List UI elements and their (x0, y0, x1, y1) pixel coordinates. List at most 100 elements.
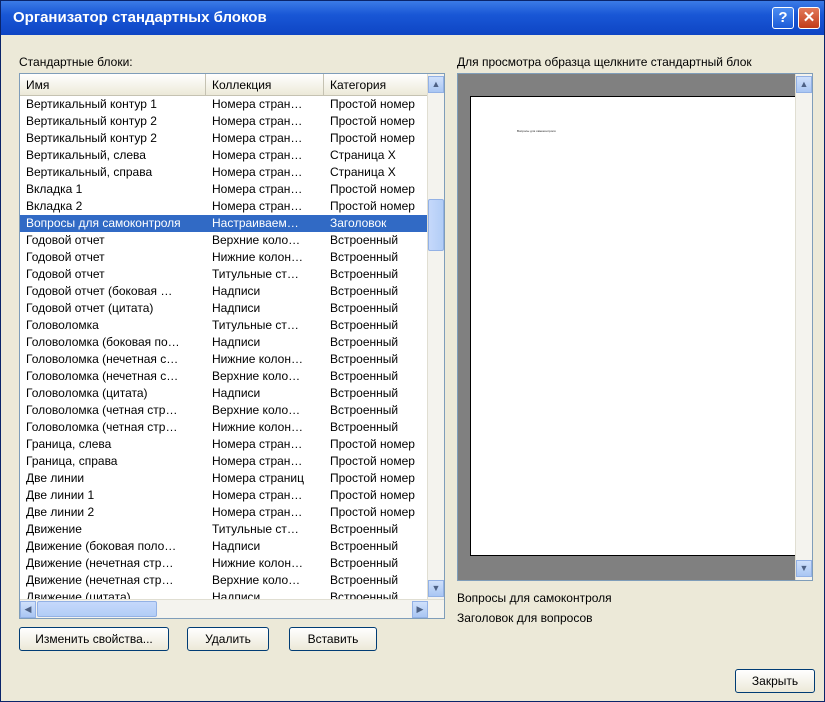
preview-pane: Вопросы для самоконтроля ▲ ▼ (457, 73, 813, 581)
cell-name: Две линии (26, 471, 85, 485)
cell-collection: Номера стран… (212, 131, 303, 145)
table-row[interactable]: Головоломка Титульные ст… Встроенный (20, 317, 428, 334)
table-row[interactable]: Годовой отчет Верхние коло… Встроенный (20, 232, 428, 249)
cell-name: Граница, справа (26, 454, 118, 468)
table-row[interactable]: Головоломка (боковая по… Надписи Встроенны… (20, 334, 428, 351)
table-row[interactable]: Годовой отчет (цитата) Надписи Встроенный (20, 300, 428, 317)
column-header-collection[interactable]: Коллекция (206, 74, 324, 95)
cell-collection: Номера стран… (212, 505, 303, 519)
cell-collection: Титульные ст… (212, 318, 299, 332)
table-row[interactable]: Головоломка (цитата) Надписи Встроенный (20, 385, 428, 402)
table-row[interactable]: Головоломка (нечетная с… Нижние колон… Вст… (20, 351, 428, 368)
edit-properties-button[interactable]: Изменить свойства... (19, 627, 169, 651)
table-row[interactable]: Две линии 2 Номера стран… Простой номер (20, 504, 428, 521)
cell-category: Встроенный (330, 233, 399, 247)
cell-name: Годовой отчет (боковая … (26, 284, 173, 298)
cell-name: Головоломка (цитата) (26, 386, 148, 400)
vertical-scroll-thumb[interactable] (428, 199, 444, 251)
table-row[interactable]: Две линии Номера страниц Простой номер (20, 470, 428, 487)
cell-collection: Верхние коло… (212, 403, 301, 417)
cell-collection: Верхние коло… (212, 573, 301, 587)
cell-collection: Номера стран… (212, 114, 303, 128)
table-row[interactable]: Граница, справа Номера стран… Простой номе… (20, 453, 428, 470)
scroll-down-button[interactable]: ▼ (428, 580, 444, 597)
close-button[interactable]: Закрыть (735, 669, 815, 693)
cell-category: Встроенный (330, 301, 399, 315)
delete-button[interactable]: Удалить (187, 627, 269, 651)
horizontal-scroll-thumb[interactable] (37, 601, 157, 617)
cell-collection: Титульные ст… (212, 267, 299, 281)
cell-collection: Настраиваем… (212, 216, 299, 230)
table-row[interactable]: Движение (боковая поло… Надписи Встроенный (20, 538, 428, 555)
cell-name: Головоломка (боковая по… (26, 335, 180, 349)
cell-category: Встроенный (330, 352, 399, 366)
cell-name: Головоломка (нечетная с… (26, 369, 179, 383)
cell-name: Вертикальный, справа (26, 165, 153, 179)
cell-name: Движение (нечетная стр… (26, 556, 174, 570)
column-header-name[interactable]: Имя (20, 74, 206, 95)
building-blocks-list[interactable]: Имя Коллекция Категория Вертикальный кон… (19, 73, 445, 619)
table-row[interactable]: Вертикальный, справа Номера стран… Страниц… (20, 164, 428, 181)
table-row[interactable]: Граница, слева Номера стран… Простой номер (20, 436, 428, 453)
table-row[interactable]: Вертикальный контур 2 Номера стран… Просто… (20, 130, 428, 147)
cell-collection: Номера стран… (212, 199, 303, 213)
cell-name: Головоломка (нечетная с… (26, 352, 179, 366)
preview-scroll-up-button[interactable]: ▲ (796, 76, 812, 93)
table-row[interactable]: Годовой отчет (боковая … Надписи Встроенны… (20, 283, 428, 300)
cell-name: Головоломка (четная стр… (26, 420, 178, 434)
cell-collection: Надписи (212, 386, 261, 400)
table-row[interactable]: Головоломка (четная стр… Верхние коло… Вст… (20, 402, 428, 419)
cell-category: Встроенный (330, 403, 399, 417)
cell-name: Годовой отчет (26, 267, 105, 281)
cell-name: Вертикальный контур 2 (26, 114, 157, 128)
cell-category: Простой номер (330, 471, 415, 485)
table-row[interactable]: Движение (нечетная стр… Нижние колон… Встр… (20, 555, 428, 572)
cell-category: Встроенный (330, 369, 399, 383)
help-button[interactable]: ? (772, 7, 794, 29)
close-window-button[interactable]: ✕ (798, 7, 820, 29)
table-row[interactable]: Движение Титульные ст… Встроенный (20, 521, 428, 538)
cell-collection: Номера стран… (212, 437, 303, 451)
cell-name: Две линии 1 (26, 488, 95, 502)
list-vertical-scrollbar[interactable]: ▲ ▼ (427, 74, 444, 600)
table-row[interactable]: Вертикальный контур 2 Номера стран… Просто… (20, 113, 428, 130)
cell-name: Две линии 2 (26, 505, 95, 519)
table-row[interactable]: Вопросы для самоконтроля Настраиваем… Заго… (20, 215, 428, 232)
table-row[interactable]: Движение (нечетная стр… Верхние коло… Встр… (20, 572, 428, 589)
table-row[interactable]: Годовой отчет Титульные ст… Встроенный (20, 266, 428, 283)
list-rows: Вертикальный контур 1 Номера стран… Просто… (20, 96, 428, 600)
scroll-left-button[interactable]: ◀ (20, 601, 36, 618)
preview-scrollbar[interactable]: ▲ ▼ (795, 74, 812, 580)
column-header-category[interactable]: Категория (324, 74, 428, 95)
scroll-up-button[interactable]: ▲ (428, 76, 444, 93)
scroll-right-button[interactable]: ▶ (412, 601, 428, 618)
cell-name: Вертикальный контур 1 (26, 97, 157, 111)
table-row[interactable]: Годовой отчет Нижние колон… Встроенный (20, 249, 428, 266)
cell-category: Встроенный (330, 335, 399, 349)
table-row[interactable]: Головоломка (нечетная с… Верхние коло… Вст… (20, 368, 428, 385)
cell-category: Заголовок (330, 216, 387, 230)
preview-scroll-down-button[interactable]: ▼ (796, 560, 812, 577)
table-row[interactable]: Две линии 1 Номера стран… Простой номер (20, 487, 428, 504)
cell-category: Страница X (330, 165, 396, 179)
selected-block-name: Вопросы для самоконтроля (457, 591, 612, 605)
table-row[interactable]: Вкладка 1 Номера стран… Простой номер (20, 181, 428, 198)
cell-collection: Надписи (212, 301, 261, 315)
cell-collection: Надписи (212, 284, 261, 298)
cell-collection: Нижние колон… (212, 556, 303, 570)
table-row[interactable]: Головоломка (четная стр… Нижние колон… Вст… (20, 419, 428, 436)
cell-category: Встроенный (330, 573, 399, 587)
table-row[interactable]: Вкладка 2 Номера стран… Простой номер (20, 198, 428, 215)
cell-name: Годовой отчет (26, 233, 105, 247)
cell-name: Головоломка (четная стр… (26, 403, 178, 417)
cell-name: Вопросы для самоконтроля (26, 216, 181, 230)
cell-category: Встроенный (330, 250, 399, 264)
cell-name: Годовой отчет (цитата) (26, 301, 154, 315)
insert-button[interactable]: Вставить (289, 627, 377, 651)
selected-block-description: Заголовок для вопросов (457, 611, 593, 625)
table-row[interactable]: Вертикальный, слева Номера стран… Страница… (20, 147, 428, 164)
cell-name: Головоломка (26, 318, 99, 332)
cell-category: Простой номер (330, 437, 415, 451)
table-row[interactable]: Вертикальный контур 1 Номера стран… Просто… (20, 96, 428, 113)
list-horizontal-scrollbar[interactable]: ◀ ▶ (20, 599, 444, 618)
